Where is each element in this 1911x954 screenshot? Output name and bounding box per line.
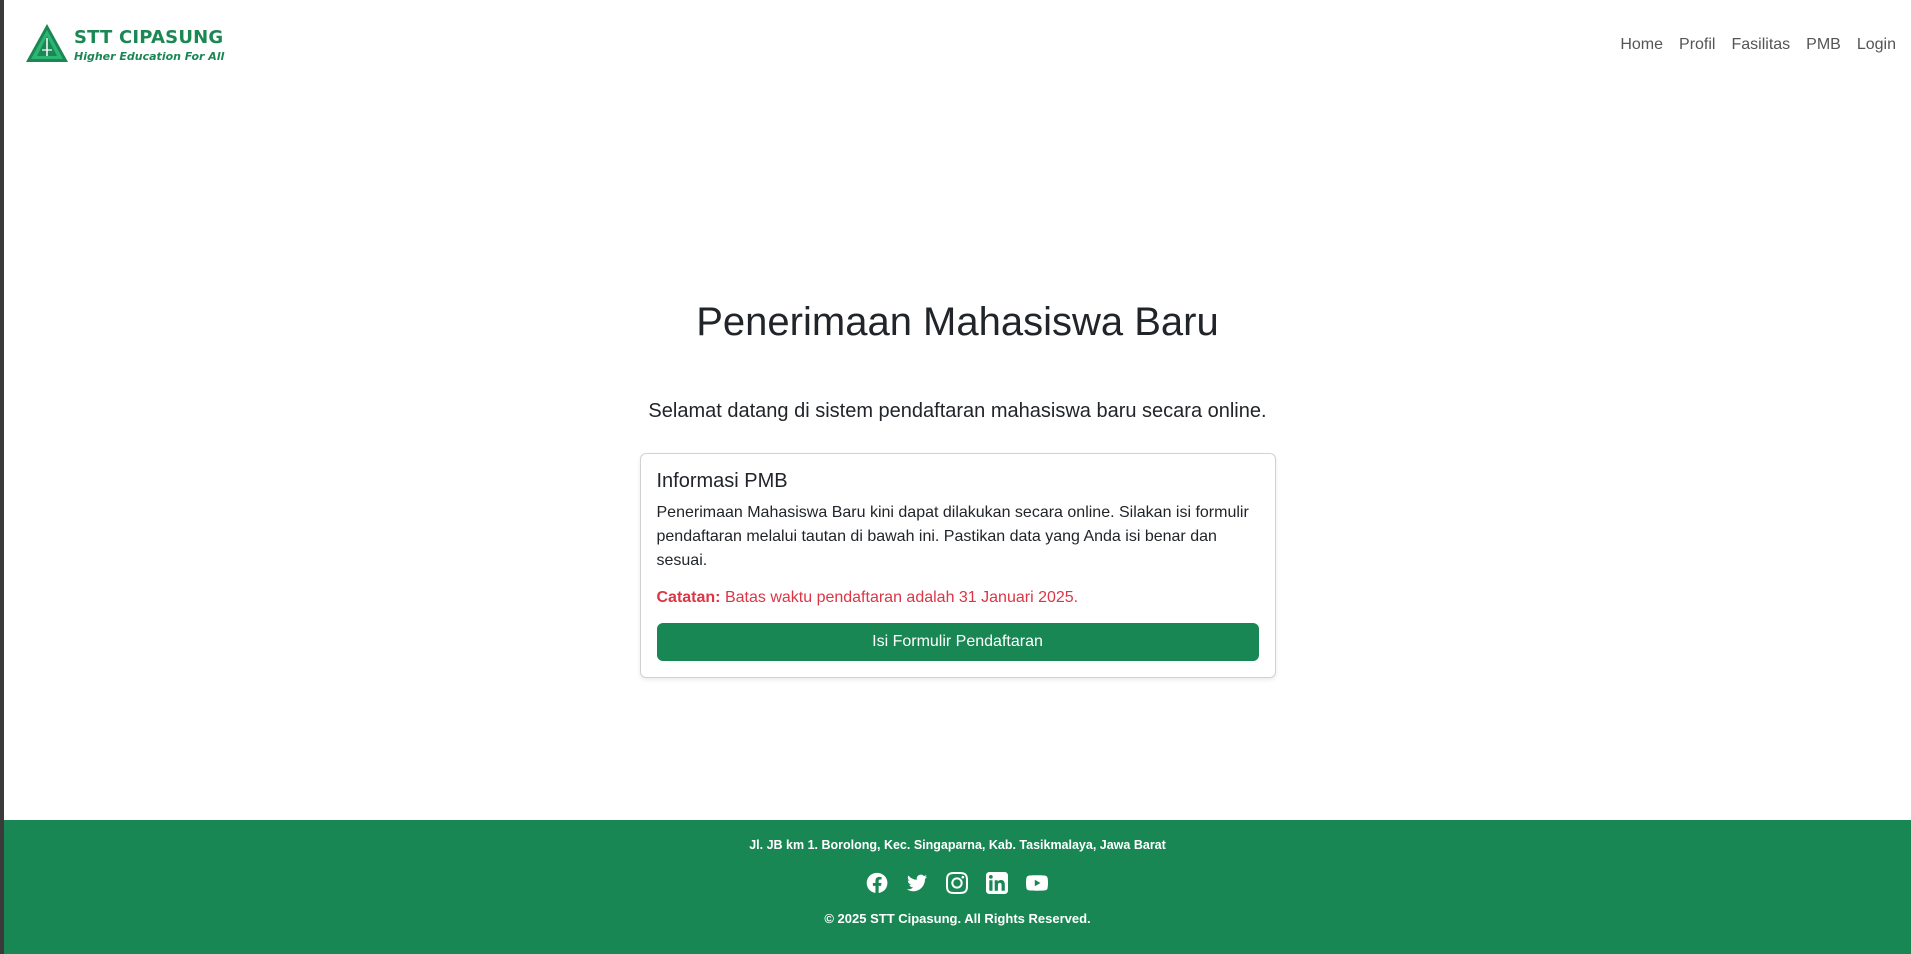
instagram-icon[interactable] [945,872,970,896]
lead-text: Selamat datang di sistem pendaftaran mah… [648,400,1267,422]
registration-form-button[interactable]: Isi Formulir Pendaftaran [656,623,1259,661]
brand-name: STT CIPASUNG [74,26,224,48]
footer: Jl. JB km 1. Borolong, Kec. Singaparna, … [4,820,1911,954]
linkedin-icon[interactable] [985,872,1010,896]
note-text: Batas waktu pendaftaran adalah 31 Januar… [720,589,1079,606]
social-links [866,872,1050,896]
brand-tagline: Higher Education For All [74,49,225,63]
nav-item-profil[interactable]: Profil [1679,36,1715,53]
nav-item-fasilitas[interactable]: Fasilitas [1731,36,1790,53]
nav-item-home[interactable]: Home [1620,36,1663,53]
logo-icon [26,24,68,62]
card-text: Penerimaan Mahasiswa Baru kini dapat dil… [656,504,1249,569]
brand-link[interactable]: STT CIPASUNG Higher Education For All [24,22,224,68]
navbar: STT CIPASUNG Higher Education For All Ho… [4,0,1911,90]
note-label: Catatan: [656,589,721,606]
page-title: Penerimaan Mahasiswa Baru [696,300,1219,344]
nav-item-pmb[interactable]: PMB [1806,36,1841,53]
copyright: © 2025 STT Cipasung. All Rights Reserved… [824,911,1091,926]
facebook-icon[interactable] [866,872,890,896]
nav-menu: Home Profil Fasilitas PMB Login [1620,36,1896,54]
main-content: Penerimaan Mahasiswa Baru Selamat datang… [4,90,1911,820]
card-title: Informasi PMB [656,470,788,492]
twitter-icon[interactable] [906,872,930,896]
youtube-icon[interactable] [1025,872,1050,896]
footer-address: Jl. JB km 1. Borolong, Kec. Singaparna, … [749,838,1166,852]
nav-item-login[interactable]: Login [1857,36,1896,53]
info-card: Informasi PMB Penerimaan Mahasiswa Baru … [639,453,1276,678]
deadline-note: Catatan: Batas waktu pendaftaran adalah … [657,589,1259,607]
